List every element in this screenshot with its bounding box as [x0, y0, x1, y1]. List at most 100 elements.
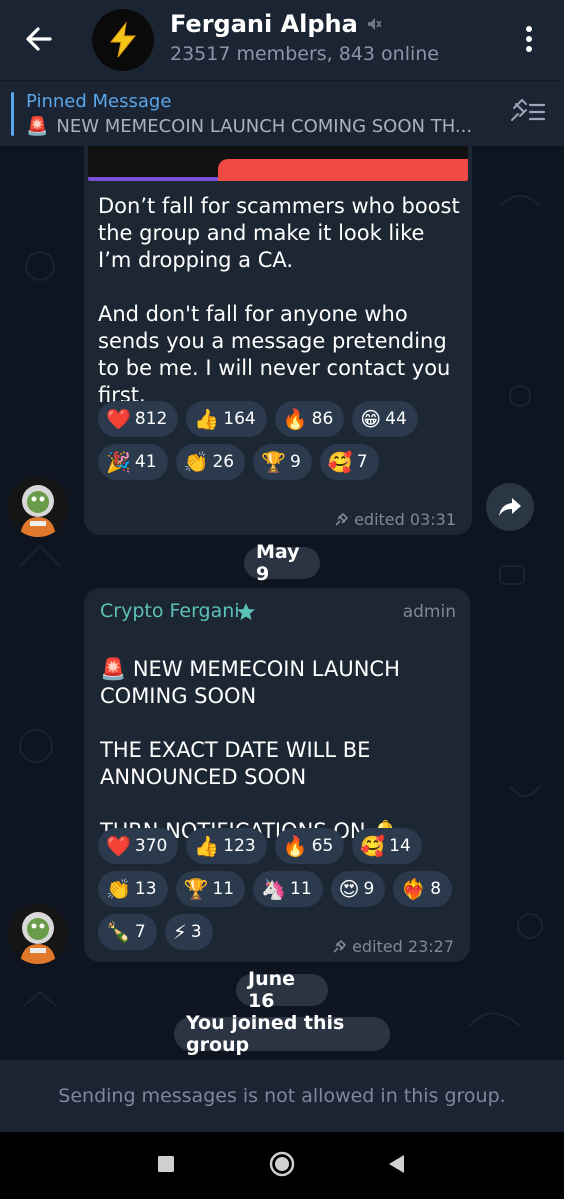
reaction-thumbs-up[interactable]: 👍 164: [186, 401, 267, 437]
reaction-count: 3: [190, 922, 202, 942]
fire-icon: 🔥: [282, 407, 308, 431]
service-message: You joined this group: [174, 1012, 390, 1056]
share-arrow-icon: [499, 498, 521, 516]
reaction-champagne[interactable]: 🍾 7: [98, 914, 157, 950]
heart-eyes-icon: 😍: [338, 877, 360, 901]
message-edited-time: edited 23:27: [352, 937, 454, 956]
media-preview[interactable]: [88, 146, 468, 181]
reaction-count: 14: [389, 836, 411, 856]
reaction-heart[interactable]: ❤️ 370: [98, 828, 179, 864]
clap-icon: 👏: [183, 450, 209, 474]
astronaut-frog-icon: [8, 477, 68, 537]
system-navigation-bar: [0, 1132, 564, 1199]
clap-icon: 👏: [106, 877, 131, 901]
pinned-list-icon[interactable]: [508, 96, 548, 128]
reaction-count: 11: [290, 879, 312, 899]
chat-subtitle: 23517 members, 843 online: [170, 43, 439, 65]
reaction-unicorn[interactable]: 🦄 11: [253, 871, 323, 907]
home-icon[interactable]: [268, 1150, 296, 1178]
unicorn-icon: 🦄: [261, 877, 286, 901]
reaction-grin[interactable]: 😁 44: [352, 401, 418, 437]
reactions-list: ❤️ 370 👍 123 🔥 65 🥰 14 👏 13 🏆 11 🦄 11 😍 9 ❤️‍🔥 8 …: [98, 828, 458, 950]
reaction-clap[interactable]: 👏 26: [175, 444, 246, 480]
thumbs-up-icon: 👍: [194, 834, 220, 858]
siren-icon: 🚨: [26, 116, 49, 137]
reaction-hearts-face[interactable]: 🥰 7: [319, 444, 379, 480]
reaction-fire[interactable]: 🔥 86: [274, 401, 345, 437]
reaction-count: 123: [223, 836, 256, 856]
muted-speaker-icon: [367, 18, 382, 30]
heart-icon: ❤️: [106, 407, 131, 431]
chat-title[interactable]: Fergani Alpha: [170, 10, 382, 38]
reaction-heart-eyes[interactable]: 😍 9: [330, 871, 386, 907]
heart-icon: ❤️: [106, 834, 131, 858]
reaction-count: 13: [134, 879, 157, 899]
trophy-icon: 🏆: [261, 450, 286, 474]
star-icon: [237, 603, 255, 620]
reaction-count: 86: [311, 409, 334, 429]
heart-on-fire-icon: ❤️‍🔥: [401, 877, 427, 901]
reaction-clap[interactable]: 👏 13: [98, 871, 168, 907]
reaction-thumbs-up[interactable]: 👍 123: [186, 828, 267, 864]
message-bubble[interactable]: Don’t fall for scammers who boost the gr…: [84, 146, 472, 535]
chat-avatar[interactable]: [92, 9, 154, 71]
reaction-count: 9: [363, 879, 375, 899]
lightning-icon: ⚡: [172, 920, 187, 944]
siren-icon: 🚨: [100, 657, 127, 681]
trophy-icon: 🏆: [183, 877, 209, 901]
pinned-indicator: [11, 92, 14, 136]
avatar[interactable]: [8, 477, 68, 537]
reaction-count: 26: [212, 452, 235, 472]
reaction-trophy[interactable]: 🏆 11: [175, 871, 246, 907]
reaction-count: 65: [311, 836, 334, 856]
message-role: admin: [402, 602, 456, 622]
chat-area[interactable]: Don’t fall for scammers who boost the gr…: [0, 146, 564, 1060]
hearts-face-icon: 🥰: [360, 834, 386, 858]
lightning-icon: [109, 22, 137, 58]
reaction-count: 164: [223, 409, 256, 429]
pin-icon: [335, 512, 349, 526]
reaction-count: 11: [212, 879, 235, 899]
back-icon[interactable]: [386, 1153, 406, 1175]
pinned-message-bar[interactable]: Pinned Message 🚨 NEW MEMECOIN LAUNCH COM…: [0, 80, 564, 146]
date-separator: June 16: [236, 968, 328, 1012]
message-text: Don’t fall for scammers who boost the gr…: [98, 194, 460, 407]
party-popper-icon: 🎉: [106, 450, 131, 474]
pinned-title: Pinned Message: [26, 91, 172, 112]
reaction-count: 7: [356, 452, 368, 472]
recents-icon[interactable]: [156, 1154, 176, 1174]
pinned-text: 🚨 NEW MEMECOIN LAUNCH COMING SOON TH...: [26, 116, 496, 137]
notice-text: Sending messages is not allowed in this …: [58, 1085, 506, 1107]
reactions-list: ❤️ 812 👍 164 🔥 86 😁 44 🎉 41 👏 26 🏆 9 🥰 7: [98, 401, 468, 480]
chat-header: Fergani Alpha 23517 members, 843 online: [0, 0, 564, 80]
reaction-count: 44: [385, 409, 407, 429]
back-arrow-icon[interactable]: [22, 22, 56, 56]
fire-icon: 🔥: [282, 834, 308, 858]
reaction-hearts-face[interactable]: 🥰 14: [352, 828, 422, 864]
pinned-preview: NEW MEMECOIN LAUNCH COMING SOON TH...: [56, 116, 473, 137]
reaction-lightning[interactable]: ⚡ 3: [164, 914, 213, 950]
reaction-heart[interactable]: ❤️ 812: [98, 401, 179, 437]
reaction-fire[interactable]: 🔥 65: [274, 828, 345, 864]
reaction-count: 812: [134, 409, 168, 429]
forward-button[interactable]: [486, 483, 534, 531]
message-meta: edited 23:27: [332, 937, 454, 956]
message-author[interactable]: Crypto Fergani: [100, 600, 240, 622]
date-separator: May 9: [244, 541, 320, 585]
message-meta: edited 03:31: [334, 510, 456, 529]
reaction-count: 7: [134, 922, 146, 942]
message-text: 🚨 NEW MEMECOIN LAUNCH COMING SOON THE EX…: [100, 629, 454, 845]
reaction-trophy[interactable]: 🏆 9: [253, 444, 312, 480]
champagne-icon: 🍾: [106, 920, 131, 944]
thumbs-up-icon: 👍: [194, 407, 220, 431]
message-bubble[interactable]: Crypto Fergani admin 🚨 NEW MEMECOIN LAUN…: [84, 588, 470, 962]
message-body: NEW MEMECOIN LAUNCH COMING SOON THE EXAC…: [100, 657, 400, 843]
more-options-icon[interactable]: [516, 22, 542, 56]
astronaut-frog-icon: [8, 904, 68, 964]
reaction-count: 41: [134, 452, 157, 472]
reaction-heart-fire[interactable]: ❤️‍🔥 8: [393, 871, 453, 907]
avatar[interactable]: [8, 904, 68, 964]
grin-icon: 😁: [360, 407, 382, 431]
reaction-party[interactable]: 🎉 41: [98, 444, 168, 480]
hearts-face-icon: 🥰: [327, 450, 353, 474]
